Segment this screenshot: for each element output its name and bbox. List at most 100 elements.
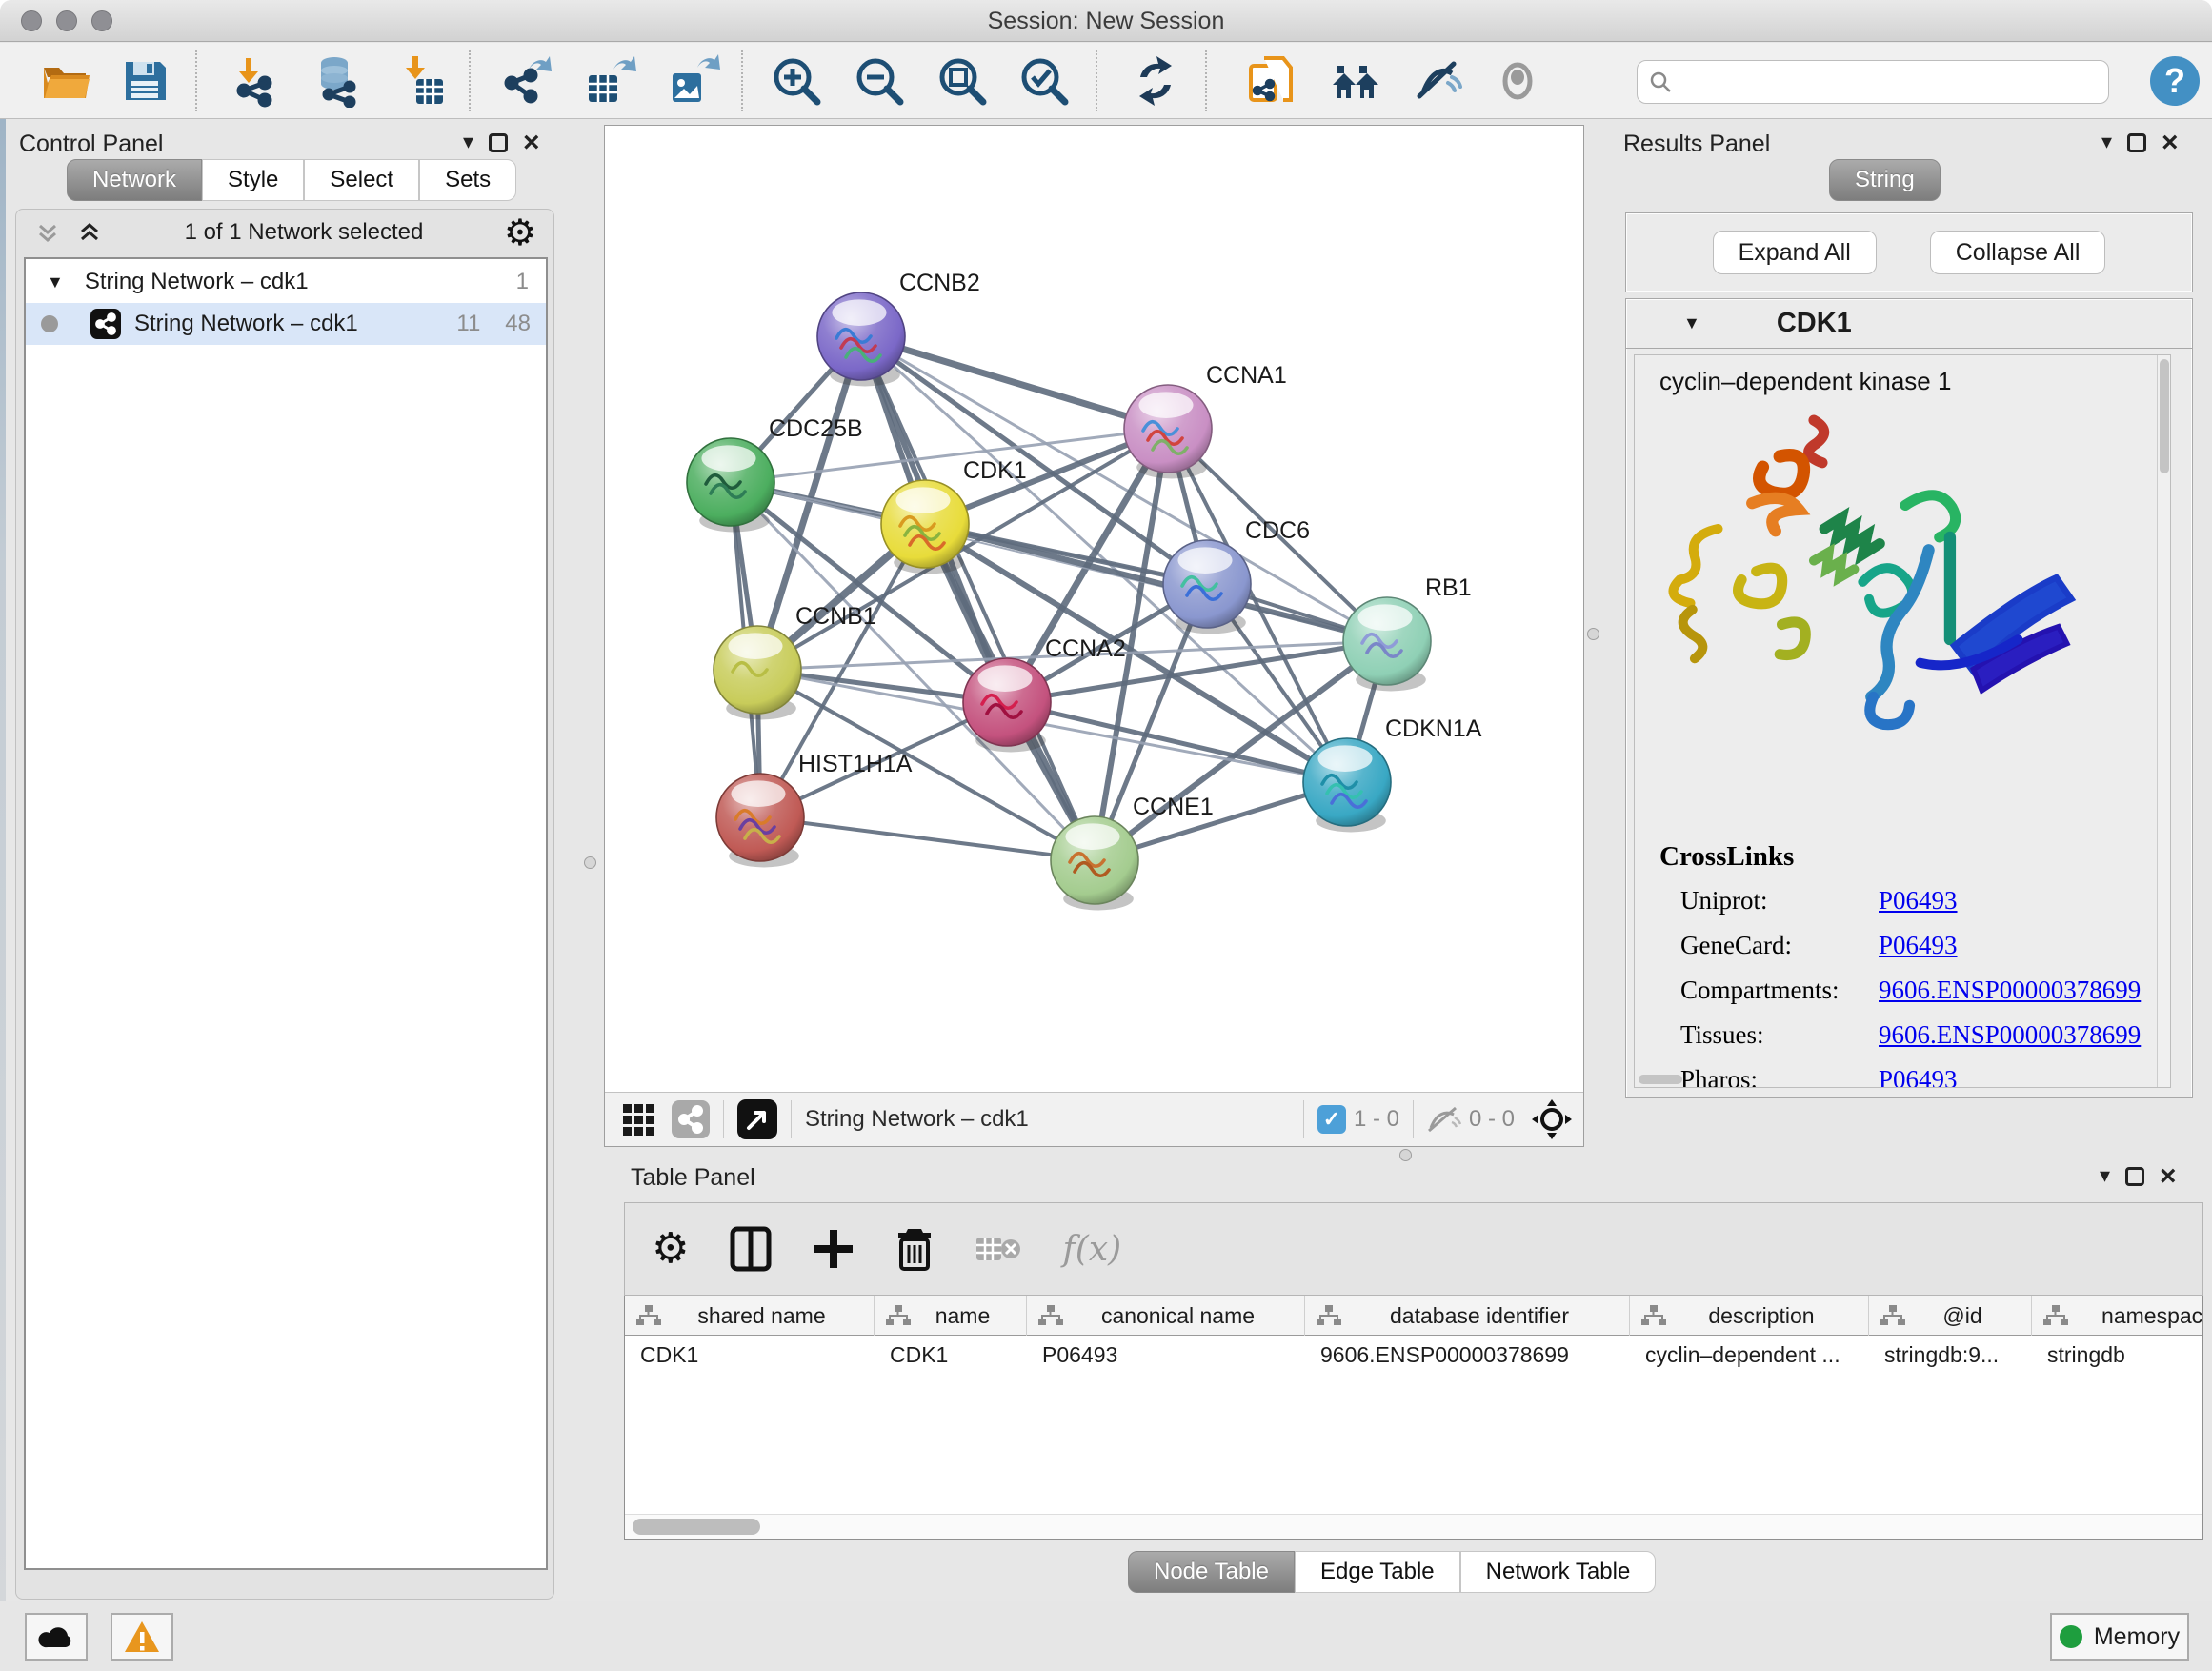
show-all-icon[interactable] [1491, 54, 1544, 108]
left-splitter-handle[interactable] [584, 856, 596, 869]
first-neighbors-icon[interactable] [1329, 54, 1382, 108]
network-row[interactable]: String Network – cdk1 11 48 [26, 303, 546, 345]
network-node-CCNB2[interactable]: CCNB2 [817, 270, 980, 386]
open-session-icon[interactable] [38, 54, 91, 108]
tab-select[interactable]: Select [304, 159, 419, 201]
network-edge-CCNB2-CCNE1[interactable] [861, 336, 1095, 860]
import-database-icon[interactable] [310, 54, 363, 108]
column-header-@id[interactable]: @id [1869, 1296, 2032, 1336]
network-canvas[interactable]: CCNB2CCNA1CDC25BCDK1CDC6RB1CCNB1CCNA2CDK… [605, 126, 1583, 1092]
crosslink-link[interactable]: P06493 [1879, 1065, 1958, 1088]
table-cell[interactable]: 9606.ENSP00000378699 [1305, 1336, 1630, 1374]
help-icon[interactable]: ? [2148, 54, 2202, 108]
delete-column-trash-icon[interactable] [895, 1225, 935, 1273]
refresh-layout-icon[interactable] [1129, 54, 1182, 108]
panel-close-icon[interactable]: × [2160, 1167, 2177, 1186]
column-header-shared-name[interactable]: shared name [625, 1296, 875, 1336]
zoom-in-icon[interactable] [770, 54, 823, 108]
results-vertical-scrollbar[interactable] [2157, 355, 2170, 1088]
node-label: CDKN1A [1385, 715, 1482, 742]
table-cell[interactable]: P06493 [1027, 1336, 1305, 1374]
panel-float-icon[interactable] [489, 133, 508, 152]
search-input[interactable] [1681, 65, 2101, 99]
table-cell[interactable]: stringdb [2032, 1336, 2203, 1374]
column-header-namespace[interactable]: namespace [2032, 1296, 2203, 1336]
table-cell[interactable]: CDK1 [875, 1336, 1027, 1374]
panel-float-icon[interactable] [2125, 1167, 2144, 1186]
expand-all-icon[interactable] [75, 218, 104, 247]
export-table-icon[interactable] [583, 54, 636, 108]
table-cell[interactable]: CDK1 [625, 1336, 875, 1374]
table-cell[interactable]: stringdb:9... [1869, 1336, 2032, 1374]
tab-network[interactable]: Network [67, 159, 202, 201]
clone-network-icon[interactable] [1243, 54, 1297, 108]
warnings-button[interactable] [111, 1613, 173, 1661]
grid-view-icon[interactable] [620, 1100, 658, 1138]
panel-float-icon[interactable] [2127, 133, 2146, 152]
column-header-description[interactable]: description [1630, 1296, 1869, 1336]
hide-selected-icon[interactable] [1410, 54, 1463, 108]
results-entry-header[interactable]: ▼ CDK1 [1626, 299, 2192, 349]
network-node-CCNA1[interactable]: CCNA1 [1124, 362, 1287, 478]
crosslink-link[interactable]: 9606.ENSP00000378699 [1879, 1020, 2141, 1050]
fit-content-crosshair-icon[interactable] [1530, 1097, 1574, 1141]
import-table-icon[interactable] [395, 54, 449, 108]
column-header-database-identifier[interactable]: database identifier [1305, 1296, 1630, 1336]
birds-eye-view-icon[interactable] [737, 1099, 777, 1139]
entry-expander-icon[interactable]: ▼ [1683, 313, 1700, 333]
crosslink-label: Compartments: [1659, 976, 1879, 1005]
expand-all-button[interactable]: Expand All [1713, 231, 1877, 274]
panel-collapse-icon[interactable]: ▾ [2101, 131, 2112, 154]
tab-style[interactable]: Style [202, 159, 304, 201]
tab-node-table[interactable]: Node Table [1128, 1551, 1295, 1593]
panel-collapse-icon[interactable]: ▾ [2100, 1164, 2110, 1188]
network-node-RB1[interactable]: RB1 [1343, 574, 1472, 691]
tab-network-table[interactable]: Network Table [1460, 1551, 1657, 1593]
network-options-gear-icon[interactable]: ⚙ [504, 214, 536, 251]
crosslink-link[interactable]: 9606.ENSP00000378699 [1879, 976, 2141, 1005]
export-network-icon[interactable] [500, 54, 553, 108]
collapse-all-button[interactable]: Collapse All [1930, 231, 2106, 274]
tab-sets[interactable]: Sets [419, 159, 516, 201]
selected-checkbox-icon[interactable]: ✓ [1317, 1105, 1346, 1134]
zoom-out-icon[interactable] [853, 54, 906, 108]
table-horizontal-scrollbar[interactable] [625, 1514, 2202, 1539]
results-horizontal-scrollbar[interactable] [1639, 1075, 1682, 1084]
network-node-CDK1[interactable]: CDK1 [881, 457, 1027, 574]
column-header-name[interactable]: name [875, 1296, 1027, 1336]
network-node-CCNE1[interactable]: CCNE1 [1051, 794, 1214, 910]
save-session-icon[interactable] [118, 54, 171, 108]
panel-close-icon[interactable]: × [2162, 133, 2179, 152]
memory-button[interactable]: Memory [2050, 1613, 2189, 1661]
network-node-HIST1H1A[interactable]: HIST1H1A [716, 751, 913, 867]
tab-edge-table[interactable]: Edge Table [1295, 1551, 1460, 1593]
right-splitter-handle[interactable] [1587, 628, 1599, 640]
show-columns-icon[interactable] [729, 1225, 773, 1273]
network-node-CDKN1A[interactable]: CDKN1A [1303, 715, 1482, 832]
crosslink-link[interactable]: P06493 [1879, 931, 1958, 960]
collapse-all-icon[interactable] [33, 218, 62, 247]
zoom-fit-icon[interactable] [935, 54, 989, 108]
import-network-icon[interactable] [229, 54, 282, 108]
network-edge-CCNA2-CDKN1A[interactable] [1007, 702, 1347, 782]
network-edge-CCNB2-CCNA1[interactable] [861, 336, 1168, 429]
column-header-canonical-name[interactable]: canonical name [1027, 1296, 1305, 1336]
collection-expander-icon[interactable]: ▼ [47, 272, 64, 292]
network-edge-CDK1-RB1[interactable] [925, 524, 1387, 641]
create-column-plus-icon[interactable] [813, 1228, 855, 1270]
network-edge-HIST1H1A-CCNE1[interactable] [760, 817, 1095, 860]
network-node-CCNB1[interactable]: CCNB1 [714, 603, 876, 719]
network-collection-row[interactable]: ▼ String Network – cdk1 1 [26, 261, 546, 303]
crosslink-link[interactable]: P06493 [1879, 886, 1958, 916]
network-share-view-icon[interactable] [672, 1100, 710, 1138]
panel-collapse-icon[interactable]: ▾ [463, 131, 473, 154]
table-settings-gear-icon[interactable]: ⚙ [652, 1231, 689, 1267]
table-cell[interactable]: cyclin–dependent ... [1630, 1336, 1869, 1374]
cloud-button[interactable] [25, 1613, 88, 1661]
panel-close-icon[interactable]: × [523, 133, 540, 152]
zoom-selected-icon[interactable] [1017, 54, 1071, 108]
table-row[interactable]: CDK1CDK1P064939606.ENSP00000378699cyclin… [625, 1336, 2203, 1374]
bottom-splitter-handle[interactable] [1399, 1149, 1412, 1161]
export-image-icon[interactable] [667, 54, 720, 108]
tab-string[interactable]: String [1829, 159, 1941, 201]
